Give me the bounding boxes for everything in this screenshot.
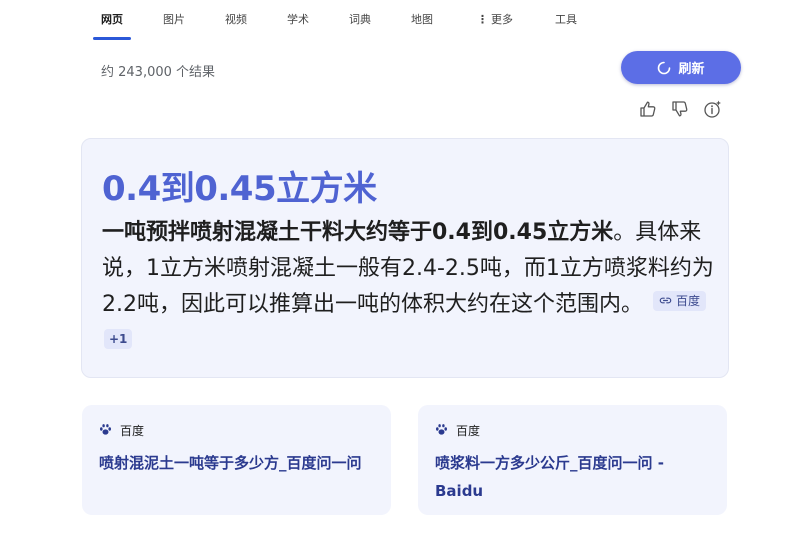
source-site-name: 百度 bbox=[456, 424, 481, 438]
source-title-link[interactable]: 喷射混泥土一吨等于多少方_百度问一问 bbox=[99, 449, 379, 477]
tab-dictionary[interactable]: 词典 bbox=[349, 11, 371, 27]
baidu-paw-icon bbox=[99, 423, 112, 439]
tab-images[interactable]: 图片 bbox=[163, 11, 185, 27]
baidu-paw-icon bbox=[435, 423, 448, 439]
tab-more-label: 更多 bbox=[491, 13, 513, 26]
tab-maps[interactable]: 地图 bbox=[411, 11, 433, 27]
tab-academic[interactable]: 学术 bbox=[287, 11, 309, 27]
search-results-page: 网页 图片 视频 学术 词典 地图 ⋮ 更多 工具 约 243,000 个结果 刷… bbox=[0, 0, 795, 539]
tab-tools[interactable]: 工具 bbox=[555, 11, 577, 27]
search-nav-tabs: 网页 图片 视频 学术 词典 地图 ⋮ 更多 工具 bbox=[0, 0, 795, 40]
refresh-button[interactable]: 刷新 bbox=[621, 51, 741, 84]
source-title-link[interactable]: 喷浆料一方多少公斤_百度问一问 - Baidu bbox=[435, 449, 715, 505]
answer-body: 一吨预拌喷射混凝土干料大约等于0.4到0.45立方米。具体来说，1立方米喷射混凝… bbox=[102, 215, 717, 359]
result-count: 约 243,000 个结果 bbox=[101, 65, 216, 80]
answer-title: 0.4到0.45立方米 bbox=[102, 169, 377, 209]
refresh-label: 刷新 bbox=[678, 62, 705, 77]
info-sparkle-icon[interactable] bbox=[702, 98, 724, 120]
source-card-header: 百度 bbox=[435, 422, 480, 439]
refresh-icon bbox=[657, 61, 671, 75]
source-chip-label: 百度 bbox=[676, 293, 701, 308]
link-icon bbox=[659, 297, 672, 304]
source-card[interactable]: 百度 喷射混泥土一吨等于多少方_百度问一问 bbox=[82, 405, 391, 515]
active-tab-indicator bbox=[93, 37, 131, 40]
answer-card: 0.4到0.45立方米 一吨预拌喷射混凝土干料大约等于0.4到0.45立方米。具… bbox=[81, 138, 729, 378]
tab-more[interactable]: ⋮ 更多 bbox=[477, 11, 513, 27]
source-site-name: 百度 bbox=[120, 424, 145, 438]
tab-web[interactable]: 网页 bbox=[101, 11, 123, 27]
tab-videos[interactable]: 视频 bbox=[225, 11, 247, 27]
source-chip[interactable]: 百度 bbox=[653, 290, 707, 311]
thumbs-down-icon[interactable] bbox=[669, 98, 691, 120]
thumbs-up-icon[interactable] bbox=[637, 98, 659, 120]
source-card-header: 百度 bbox=[99, 422, 144, 439]
more-dots-icon: ⋮ bbox=[477, 13, 488, 26]
source-card[interactable]: 百度 喷浆料一方多少公斤_百度问一问 - Baidu bbox=[418, 405, 727, 515]
answer-bold-sentence: 一吨预拌喷射混凝土干料大约等于0.4到0.45立方米 bbox=[102, 220, 614, 245]
more-sources-chip[interactable]: +1 bbox=[104, 329, 133, 349]
